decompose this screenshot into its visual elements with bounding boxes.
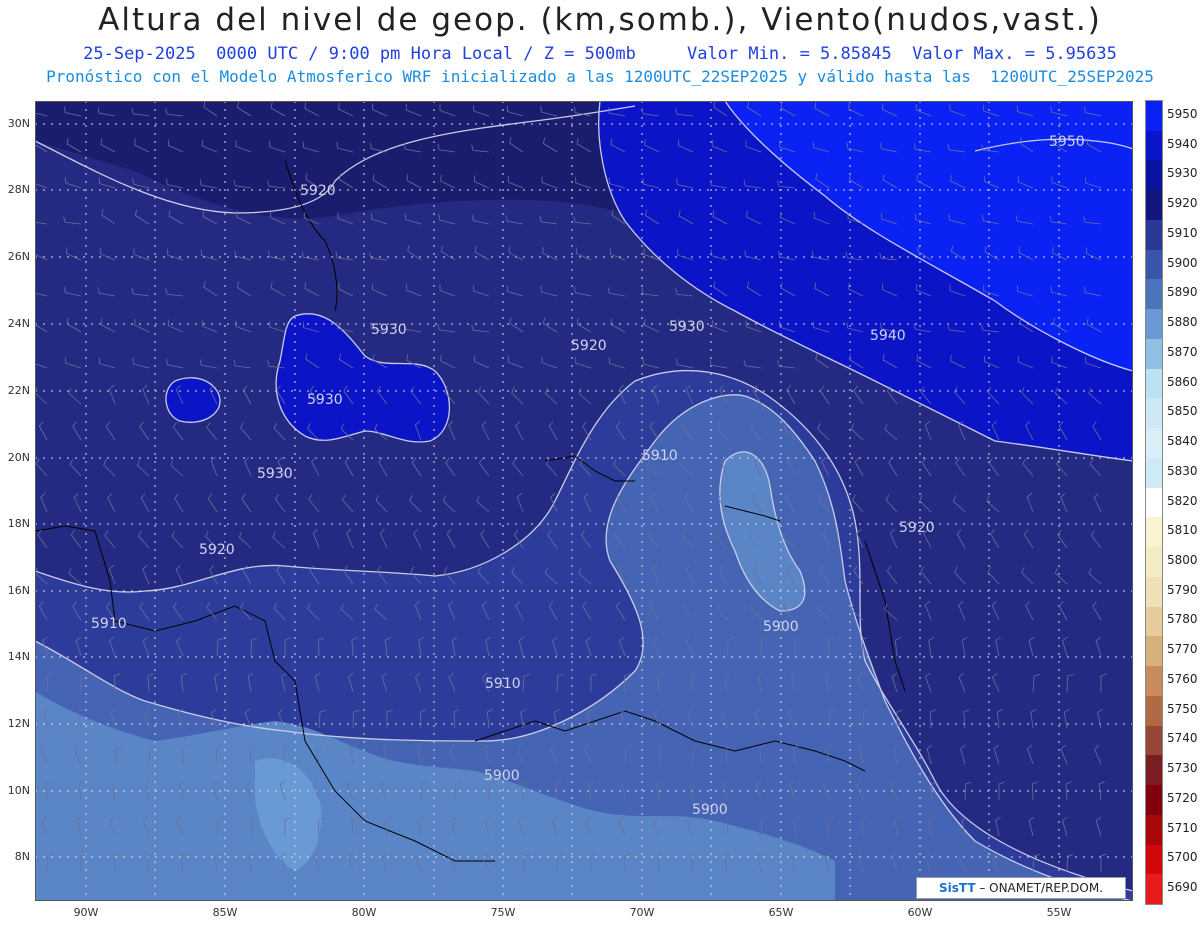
- colorbar-label: 5690: [1167, 880, 1198, 895]
- sistt-logo: SisTT: [938, 881, 976, 895]
- credit-box: SisTT – ONAMET/REP.DOM.: [916, 877, 1126, 899]
- contour-label: 5940: [870, 328, 906, 344]
- contour-label: 5920: [199, 542, 235, 558]
- colorbar-label: 5940: [1167, 136, 1198, 151]
- lon-label: 60W: [907, 906, 933, 919]
- colorbar-swatch: [1146, 517, 1162, 548]
- colorbar-swatch: [1146, 101, 1162, 131]
- lat-label: 8N: [14, 850, 30, 863]
- lon-label: 55W: [1046, 906, 1072, 919]
- colorbar-label: 5840: [1167, 434, 1198, 449]
- lon-label: 85W: [212, 906, 238, 919]
- colorbar-swatch: [1146, 309, 1162, 340]
- lon-label: 65W: [768, 906, 794, 919]
- lat-label: 20N: [7, 451, 30, 464]
- model-info: Pronóstico con el Modelo Atmosferico WRF…: [46, 67, 1154, 86]
- contour-label: 5910: [91, 616, 127, 632]
- colorbar-label: 5950: [1167, 106, 1198, 121]
- lat-label: 16N: [7, 584, 30, 597]
- colorbar-label: 5900: [1167, 255, 1198, 270]
- contour-label: 5930: [371, 322, 407, 338]
- colorbar-swatch: [1146, 547, 1162, 578]
- contour-label: 5920: [899, 520, 935, 536]
- contour-label: 5930: [669, 319, 705, 335]
- lat-label: 14N: [7, 650, 30, 663]
- lat-label: 24N: [7, 317, 30, 330]
- colorbar-swatch: [1146, 249, 1162, 280]
- geopotential-map: 5950 5920 5930 5940 5930 5920 5930 5930 …: [35, 101, 1133, 901]
- colorbar-label: 5820: [1167, 493, 1198, 508]
- lon-label: 75W: [490, 906, 516, 919]
- colorbar-label: 5710: [1167, 820, 1198, 835]
- contour-label: 5930: [257, 466, 293, 482]
- colorbar-label: 5760: [1167, 671, 1198, 686]
- contour-label: 5900: [763, 619, 799, 635]
- colorbar-swatch: [1146, 428, 1162, 459]
- colorbar-swatch: [1146, 755, 1162, 786]
- colorbar-label: 5860: [1167, 374, 1198, 389]
- colorbar-swatch: [1146, 576, 1162, 607]
- contour-label: 5930: [307, 392, 343, 408]
- contour-label: 5900: [484, 768, 520, 784]
- colorbar-swatch: [1146, 666, 1162, 697]
- colorbar-label: 5730: [1167, 761, 1198, 776]
- lat-label: 30N: [7, 117, 30, 130]
- colorbar-label: 5700: [1167, 850, 1198, 865]
- colorbar-label: 5810: [1167, 523, 1198, 538]
- colorbar-swatch: [1146, 785, 1162, 816]
- colorbar: [1145, 100, 1163, 905]
- contour-label: 5920: [571, 338, 607, 354]
- colorbar-label: 5850: [1167, 404, 1198, 419]
- lat-label: 26N: [7, 250, 30, 263]
- colorbar-swatch: [1146, 725, 1162, 756]
- map-title: Altura del nivel de geop. (km,somb.), Vi…: [98, 2, 1102, 38]
- colorbar-swatch: [1146, 844, 1162, 875]
- colorbar-label: 5750: [1167, 701, 1198, 716]
- colorbar-swatch: [1146, 457, 1162, 488]
- colorbar-swatch: [1146, 160, 1162, 191]
- colorbar-label: 5790: [1167, 582, 1198, 597]
- contour-label: 5910: [642, 448, 678, 464]
- lon-label: 90W: [73, 906, 99, 919]
- contour-label: 5910: [485, 676, 521, 692]
- contour-label: 5920: [300, 183, 336, 199]
- lon-label: 80W: [351, 906, 377, 919]
- lon-label: 70W: [629, 906, 655, 919]
- colorbar-label: 5780: [1167, 612, 1198, 627]
- colorbar-label: 5910: [1167, 225, 1198, 240]
- colorbar-swatch: [1146, 368, 1162, 399]
- lat-label: 18N: [7, 517, 30, 530]
- colorbar-label: 5830: [1167, 463, 1198, 478]
- colorbar-label: 5720: [1167, 790, 1198, 805]
- colorbar-label: 5770: [1167, 642, 1198, 657]
- colorbar-label: 5890: [1167, 285, 1198, 300]
- forecast-valid-time: 25-Sep-2025 0000 UTC / 9:00 pm Hora Loca…: [83, 44, 1117, 64]
- colorbar-label: 5870: [1167, 344, 1198, 359]
- contour-label: 5950: [1049, 134, 1085, 150]
- lat-label: 28N: [7, 183, 30, 196]
- colorbar-swatch: [1146, 219, 1162, 250]
- lat-label: 22N: [7, 384, 30, 397]
- colorbar-swatch: [1146, 279, 1162, 310]
- colorbar-swatch: [1146, 338, 1162, 369]
- colorbar-swatch: [1146, 814, 1162, 845]
- colorbar-swatch: [1146, 487, 1162, 518]
- contour-label: 5900: [692, 802, 728, 818]
- colorbar-swatch: [1146, 606, 1162, 637]
- colorbar-label: 5930: [1167, 166, 1198, 181]
- colorbar-swatch: [1146, 190, 1162, 221]
- lat-label: 10N: [7, 784, 30, 797]
- colorbar-label: 5740: [1167, 731, 1198, 746]
- colorbar-swatch: [1146, 874, 1162, 905]
- colorbar-swatch: [1146, 695, 1162, 726]
- colorbar-label: 5880: [1167, 315, 1198, 330]
- colorbar-label: 5920: [1167, 196, 1198, 211]
- colorbar-swatch: [1146, 130, 1162, 161]
- lat-label: 12N: [7, 717, 30, 730]
- credit-text: – ONAMET/REP.DOM.: [975, 881, 1104, 895]
- colorbar-swatch: [1146, 398, 1162, 429]
- colorbar-swatch: [1146, 636, 1162, 667]
- colorbar-label: 5800: [1167, 552, 1198, 567]
